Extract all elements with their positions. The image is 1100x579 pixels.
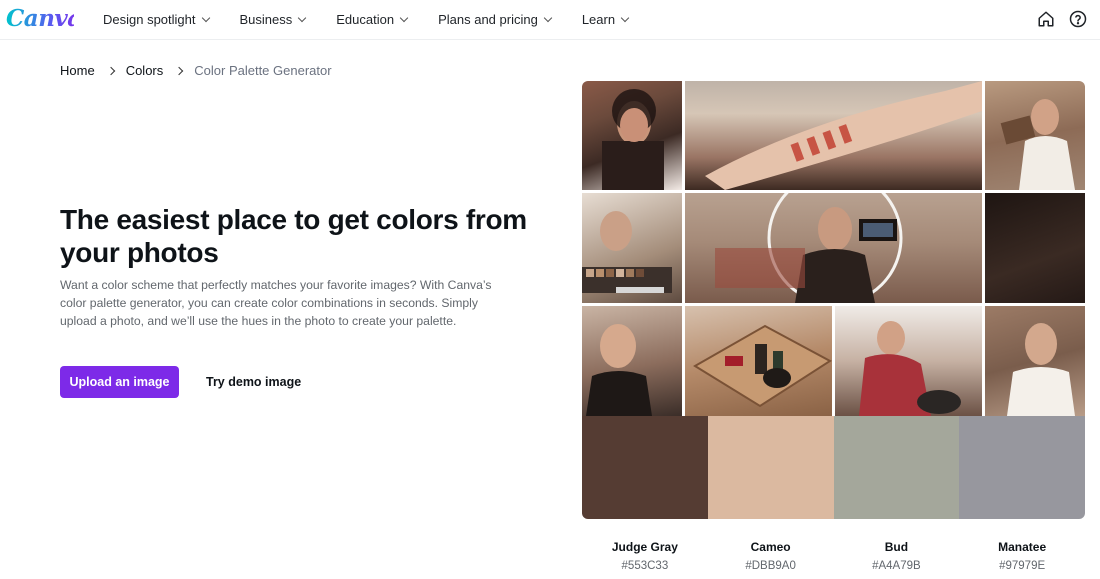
palette-color-names: Judge Gray #553C33 Cameo #DBB9A0 Bud #A4… [582, 540, 1085, 572]
collage-photo [582, 81, 682, 190]
nav-label: Education [336, 12, 395, 27]
color-name: Manatee [998, 540, 1047, 554]
logo-text: Canva [6, 5, 74, 32]
collage-photo [582, 193, 682, 303]
chevron-down-icon [543, 13, 553, 22]
collage-photo [685, 81, 982, 190]
try-demo-image-button[interactable]: Try demo image [195, 366, 312, 398]
color-hex[interactable]: #97979E [959, 560, 1085, 572]
collage-photo [685, 306, 832, 416]
collage-photo [985, 193, 1085, 303]
collage-photo [985, 306, 1085, 416]
breadcrumb-current: Color Palette Generator [194, 63, 332, 78]
collage-photo [685, 193, 982, 303]
chevron-down-icon [399, 13, 409, 22]
main-nav: Design spotlight Business Education Plan… [103, 12, 659, 27]
header-actions [1036, 9, 1088, 29]
top-navigation-bar: Canva Design spotlight Business Educatio… [0, 0, 1100, 40]
nav-label: Plans and pricing [438, 12, 538, 27]
nav-education[interactable]: Education [336, 12, 409, 27]
home-icon[interactable] [1036, 9, 1056, 29]
chevron-down-icon [298, 13, 307, 22]
palette-entry: Bud #A4A79B [834, 540, 960, 572]
nav-label: Design spotlight [103, 12, 196, 27]
nav-design-spotlight[interactable]: Design spotlight [103, 12, 210, 27]
hero-description: Want a color scheme that perfectly match… [60, 278, 492, 328]
swatch-cameo[interactable] [707, 416, 834, 519]
color-name: Judge Gray [611, 540, 678, 554]
palette-entry: Manatee #97979E [959, 540, 1085, 572]
collage-photo [835, 306, 982, 416]
photo-collage-preview [582, 81, 1085, 519]
canva-logo-wordmark: Canva [6, 5, 82, 32]
color-name: Bud [884, 540, 909, 554]
swatch-judge-gray[interactable] [582, 416, 708, 519]
nav-plans-pricing[interactable]: Plans and pricing [438, 12, 553, 27]
chevron-down-icon [620, 13, 630, 22]
nav-learn[interactable]: Learn [581, 12, 630, 27]
chevron-right-icon [106, 66, 115, 75]
nav-label: Learn [581, 12, 616, 27]
chevron-right-icon [175, 66, 184, 75]
color-hex[interactable]: #A4A79B [834, 560, 960, 572]
color-hex[interactable]: #DBB9A0 [708, 560, 834, 572]
canva-logo[interactable]: Canva [6, 4, 82, 40]
nav-label: Business [239, 12, 293, 27]
breadcrumb-colors[interactable]: Colors [126, 63, 164, 78]
collage-photo [985, 81, 1085, 190]
chevron-down-icon [201, 13, 210, 22]
upload-image-button[interactable]: Upload an image [60, 366, 179, 398]
color-hex[interactable]: #553C33 [582, 560, 708, 572]
breadcrumb: Home Colors Color Palette Generator [60, 63, 332, 78]
swatch-bud[interactable] [833, 416, 960, 519]
page-title: The easiest place to get colors from you… [60, 204, 527, 268]
color-palette-swatches [582, 416, 1085, 519]
collage-photo [582, 306, 682, 416]
help-icon[interactable] [1068, 9, 1088, 29]
breadcrumb-home[interactable]: Home [60, 63, 95, 78]
nav-business[interactable]: Business [239, 12, 307, 27]
color-name: Cameo [750, 540, 791, 554]
palette-entry: Judge Gray #553C33 [582, 540, 708, 572]
swatch-manatee[interactable] [959, 416, 1085, 519]
palette-entry: Cameo #DBB9A0 [708, 540, 834, 572]
